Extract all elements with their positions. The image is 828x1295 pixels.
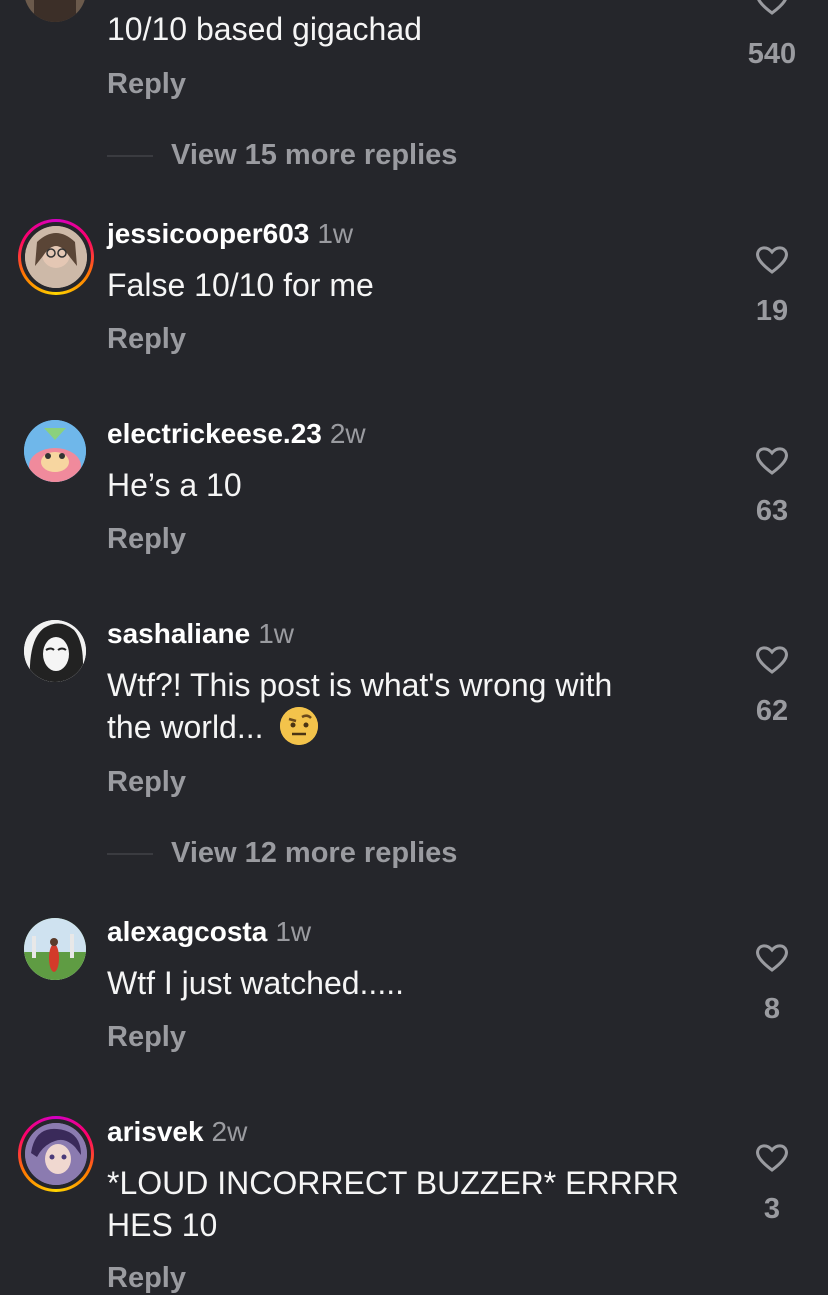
reply-button[interactable]: Reply [107, 1262, 186, 1295]
comment-text-line-2: HES 10 [107, 1207, 218, 1243]
like-count: 62 [755, 695, 789, 727]
like-count: 540 [747, 38, 797, 70]
comment-text: False 10/10 for me [107, 267, 374, 303]
avatar [25, 1123, 87, 1185]
like-count: 8 [763, 993, 781, 1025]
view-more-replies-button[interactable]: View 12 more replies [171, 837, 457, 870]
comment-text-line-2: the world... [107, 709, 264, 745]
divider [107, 155, 153, 157]
like-count: 63 [755, 495, 789, 527]
timestamp: 1w [258, 618, 294, 649]
username[interactable]: jessicooper603 [107, 218, 309, 249]
heart-icon[interactable] [732, 943, 812, 978]
heart-icon[interactable] [732, 645, 812, 680]
reply-button[interactable]: Reply [107, 323, 186, 356]
avatar[interactable] [24, 0, 86, 22]
comment-text-line-1: Wtf?! This post is what's wrong with [107, 667, 613, 703]
avatar-story-ring[interactable] [18, 219, 94, 295]
timestamp: 2w [211, 1116, 248, 1147]
like-count: 19 [755, 295, 789, 327]
like-count: 3 [763, 1193, 781, 1225]
username[interactable]: arisvek [107, 1116, 204, 1147]
timestamp: 1w [317, 218, 354, 249]
heart-icon[interactable] [732, 245, 812, 280]
avatar-story-ring[interactable] [18, 1116, 94, 1192]
timestamp: 2w [329, 418, 366, 449]
comment-text: Wtf I just watched..... [107, 965, 404, 1001]
username[interactable]: electrickeese.23 [107, 418, 322, 449]
timestamp: 1w [275, 916, 312, 947]
reply-button[interactable]: Reply [107, 766, 186, 799]
heart-icon[interactable] [732, 0, 812, 21]
username[interactable]: sashaliane [107, 618, 250, 649]
avatar[interactable] [24, 918, 86, 980]
username[interactable]: alexagcosta [107, 916, 267, 947]
comment-text-line-1: *LOUD INCORRECT BUZZER* ERRRR [107, 1165, 679, 1201]
avatar[interactable] [24, 620, 86, 682]
avatar[interactable] [24, 420, 86, 482]
heart-icon[interactable] [732, 446, 812, 481]
reply-button[interactable]: Reply [107, 68, 186, 101]
heart-icon[interactable] [732, 1143, 812, 1178]
view-more-replies-button[interactable]: View 15 more replies [171, 139, 457, 172]
raised-eyebrow-emoji [280, 706, 319, 745]
comment-text: He’s a 10 [107, 467, 242, 503]
avatar [25, 226, 87, 288]
reply-button[interactable]: Reply [107, 523, 186, 556]
comment-text: 10/10 based gigachad [107, 11, 422, 47]
divider [107, 853, 153, 855]
reply-button[interactable]: Reply [107, 1021, 186, 1054]
